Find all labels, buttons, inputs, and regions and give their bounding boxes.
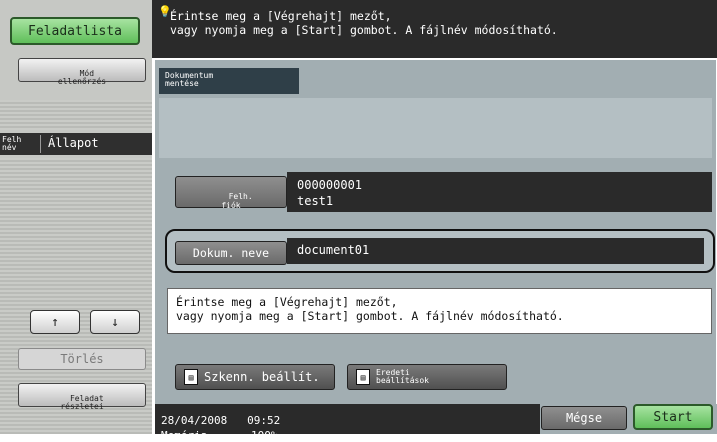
- column-status: Állapot: [48, 136, 99, 150]
- job-list-label: Feladatlista: [28, 23, 122, 39]
- scan-settings-label: Szkenn. beállít.: [204, 370, 320, 384]
- user-box-button[interactable]: Felh. fiók: [175, 176, 287, 210]
- job-details-button[interactable]: Feladat részletei: [18, 383, 146, 411]
- start-button[interactable]: Start: [633, 404, 713, 430]
- original-settings-label: Eredeti beállítások: [376, 368, 429, 385]
- original-document-icon: ▤: [356, 369, 370, 385]
- scroll-down-button[interactable]: ↓: [90, 310, 140, 334]
- stripe-area-top: [0, 100, 152, 130]
- status-bar: 28/04/2008 09:52 Memória 100%: [155, 404, 540, 442]
- scan-document-icon: ▤: [184, 369, 198, 385]
- mode-check-label: Mód ellenőrzés: [57, 69, 107, 86]
- original-settings-button[interactable]: ▤ Eredeti beállítások: [347, 364, 507, 390]
- user-box-id: 000000001: [297, 178, 363, 192]
- mode-check-button[interactable]: Mód ellenőrzés: [18, 58, 146, 86]
- scroll-up-button[interactable]: ↑: [30, 310, 80, 334]
- message-text: Érintse meg a [Végrehajt] mezőt, vagy ny…: [170, 9, 558, 37]
- document-name-field[interactable]: document01: [287, 238, 704, 264]
- document-name-button[interactable]: Dokum. neve: [175, 241, 287, 265]
- cancel-label: Mégse: [565, 411, 603, 425]
- column-divider: [40, 135, 41, 153]
- start-label: Start: [653, 409, 693, 425]
- user-box-value: 000000001 test1: [287, 172, 712, 212]
- delete-label: Törlés: [60, 352, 104, 366]
- user-box-name: test1: [297, 194, 334, 208]
- arrow-up-icon: ↑: [51, 314, 59, 330]
- job-list-button[interactable]: Feladatlista: [10, 17, 140, 45]
- message-area: 💡 Érintse meg a [Végrehajt] mezőt, vagy …: [152, 0, 717, 58]
- main-panel: Dokumentum mentése Felh. fiók 000000001 …: [155, 60, 716, 434]
- column-user-name: Felh név: [2, 135, 22, 152]
- job-list-header: Felh név Állapot: [0, 133, 152, 155]
- memory-value: 100%: [251, 429, 278, 442]
- panel-header-band: [159, 98, 712, 158]
- status-datetime: 28/04/2008 09:52: [161, 414, 281, 427]
- arrow-down-icon: ↓: [111, 314, 119, 330]
- user-box-label: Felh. fiók: [221, 192, 253, 210]
- delete-button[interactable]: Törlés: [18, 348, 146, 370]
- cancel-button[interactable]: Mégse: [541, 406, 627, 430]
- document-name-label: Dokum. neve: [192, 246, 270, 260]
- document-name-value: document01: [297, 243, 370, 257]
- panel-title: Dokumentum mentése: [159, 68, 299, 94]
- memory-label: Memória: [161, 429, 208, 442]
- scan-settings-button[interactable]: ▤ Szkenn. beállít.: [175, 364, 335, 390]
- info-box: Érintse meg a [Végrehajt] mezőt, vagy ny…: [167, 288, 712, 334]
- job-details-label: Feladat részletei: [60, 394, 104, 411]
